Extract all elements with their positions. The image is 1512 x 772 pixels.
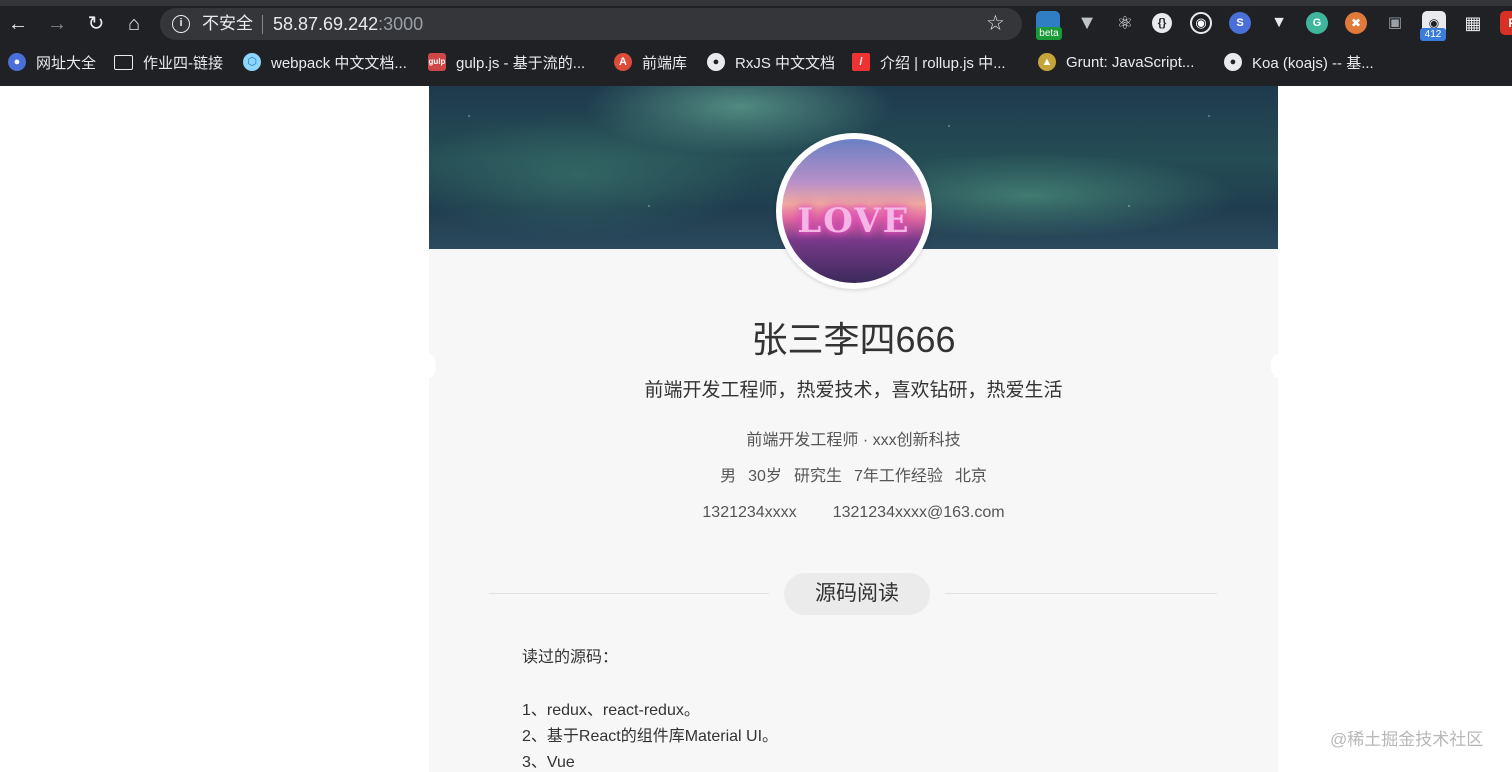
url-port: :3000 (378, 14, 424, 34)
angular-icon: A (614, 53, 632, 71)
section-divider-right (945, 593, 1217, 594)
globe-icon: ● (707, 53, 725, 71)
avatar-love-text: LOVE (797, 201, 911, 241)
bookmark-label: webpack 中文文档... (271, 54, 407, 72)
react-devtools-icon[interactable]: ⚛ (1113, 11, 1137, 35)
webpack-icon: ⬡ (243, 53, 261, 71)
bookmark-label: 前端库 (642, 54, 688, 72)
list-item: 1、redux、react-redux。 (522, 702, 700, 719)
grunt-icon: ▲ (1038, 53, 1056, 71)
translate-extension-icon[interactable]: S (1229, 12, 1251, 34)
url-host: 58.87.69.242 (273, 14, 379, 34)
grammar-extension-icon[interactable]: G (1306, 12, 1328, 34)
bookmark-label: Koa (koajs) -- 基... (1252, 54, 1374, 72)
site-info-icon[interactable]: i (172, 15, 190, 33)
code-extension-icon[interactable]: {} (1152, 13, 1172, 33)
bookmark-item[interactable]: A 前端库 (614, 46, 687, 78)
shield-extension-icon[interactable]: ▼ (1267, 11, 1291, 35)
detail-gender: 男 (720, 468, 737, 485)
qr-code-icon[interactable]: ▦ (1461, 11, 1485, 35)
bookmark-label: Grunt: JavaScript... (1066, 53, 1195, 71)
profile-job-line: 前端开发工程师 · xxx创新科技 (746, 432, 961, 449)
tab-strip-edge (0, 0, 1512, 6)
forward-icon[interactable]: → (44, 11, 70, 37)
address-separator (262, 15, 263, 34)
detail-age: 30岁 (748, 468, 782, 485)
section-title: 源码阅读 (784, 573, 930, 615)
reload-icon[interactable]: ↻ (83, 11, 109, 37)
browser-chrome: ← → ↻ ⌂ i 不安全 58.87.69.242:3000 ☆ beta ▼… (0, 0, 1512, 86)
url-text[interactable]: 58.87.69.242:3000 (273, 13, 423, 35)
extension-beta-badge: beta (1036, 27, 1062, 40)
ublock-extension-icon[interactable]: ✖ (1345, 12, 1367, 34)
bookmark-item[interactable]: ▲ Grunt: JavaScript... (1038, 46, 1194, 78)
bookmark-item[interactable]: gulp gulp.js - 基于流的... (428, 46, 585, 78)
gulp-icon: gulp (428, 53, 446, 71)
profile-contact: 1321234xxxx 1321234xxxx@163.com (429, 502, 1278, 524)
bookmark-item[interactable]: ● 网址大全 (8, 46, 96, 78)
extension-f-icon[interactable]: F (1500, 11, 1512, 35)
bookmark-folder[interactable]: 作业四-链接 (114, 46, 223, 78)
counter-extension-icon[interactable]: ◉ 412 (1420, 11, 1446, 41)
target-extension-icon[interactable]: ◉ (1190, 12, 1212, 34)
insecure-label: 不安全 (202, 14, 253, 33)
bookmark-label: 网址大全 (36, 54, 97, 72)
window-extension-icon[interactable]: ▣ (1383, 11, 1407, 35)
extension-count-badge: 412 (1420, 28, 1446, 41)
detail-degree: 研究生 (793, 468, 842, 485)
detail-experience: 7年工作经验 (853, 468, 943, 485)
bookmark-label: gulp.js - 基于流的... (456, 54, 586, 72)
watermark: @稀土掘金技术社区 (1330, 730, 1484, 749)
back-icon[interactable]: ← (5, 11, 31, 37)
bookmark-label: RxJS 中文文档 (735, 54, 836, 72)
page-viewport: LOVE 张三李四666 前端开发工程师，热爱技术，喜欢钻研，热爱生活 前端开发… (0, 86, 1512, 772)
section-intro: 读过的源码： (522, 649, 619, 666)
contact-email[interactable]: 1321234xxxx@163.com (833, 504, 1005, 521)
avatar: LOVE (776, 133, 932, 289)
bookmark-label: 作业四-链接 (143, 54, 223, 72)
folder-icon (114, 54, 133, 70)
bookmarks-bar: ● 网址大全 作业四-链接 ⬡ webpack 中文文档... gulp gul… (0, 46, 1512, 80)
globe-icon: ● (1224, 53, 1242, 71)
bookmark-item[interactable]: ● RxJS 中文文档 (707, 46, 835, 78)
extension-beta-icon[interactable]: beta (1036, 11, 1062, 40)
profile-name: 张三李四666 (751, 319, 956, 360)
bookmark-item[interactable]: / 介绍 | rollup.js 中... (852, 46, 1006, 78)
bookmark-label: 介绍 | rollup.js 中... (880, 54, 1006, 72)
list-item: 2、基于React的组件库Material UI。 (522, 728, 779, 745)
rollup-icon: / (852, 53, 870, 71)
avatar-image: LOVE (782, 139, 926, 283)
vue-devtools-icon[interactable]: ▼ (1075, 11, 1099, 35)
bookmark-item[interactable]: ⬡ webpack 中文文档... (243, 46, 407, 78)
bookmark-item[interactable]: ● Koa (koajs) -- 基... (1224, 46, 1374, 78)
list-item: 3、Vue (522, 754, 575, 771)
profile-motto: 前端开发工程师，热爱技术，喜欢钻研，热爱生活 (644, 380, 1063, 401)
detail-city: 北京 (954, 468, 987, 485)
contact-phone: 1321234xxxx (702, 504, 797, 521)
resume-card: LOVE 张三李四666 前端开发工程师，热爱技术，喜欢钻研，热爱生活 前端开发… (422, 86, 1285, 772)
address-bar[interactable]: i 不安全 58.87.69.242:3000 ☆ (160, 8, 1022, 40)
home-icon[interactable]: ⌂ (121, 11, 147, 37)
section-divider-left (489, 593, 769, 594)
profile-details: 男 30岁 研究生 7年工作经验 北京 (429, 466, 1278, 488)
globe-icon: ● (8, 53, 26, 71)
bookmark-star-icon[interactable]: ☆ (986, 13, 1005, 35)
